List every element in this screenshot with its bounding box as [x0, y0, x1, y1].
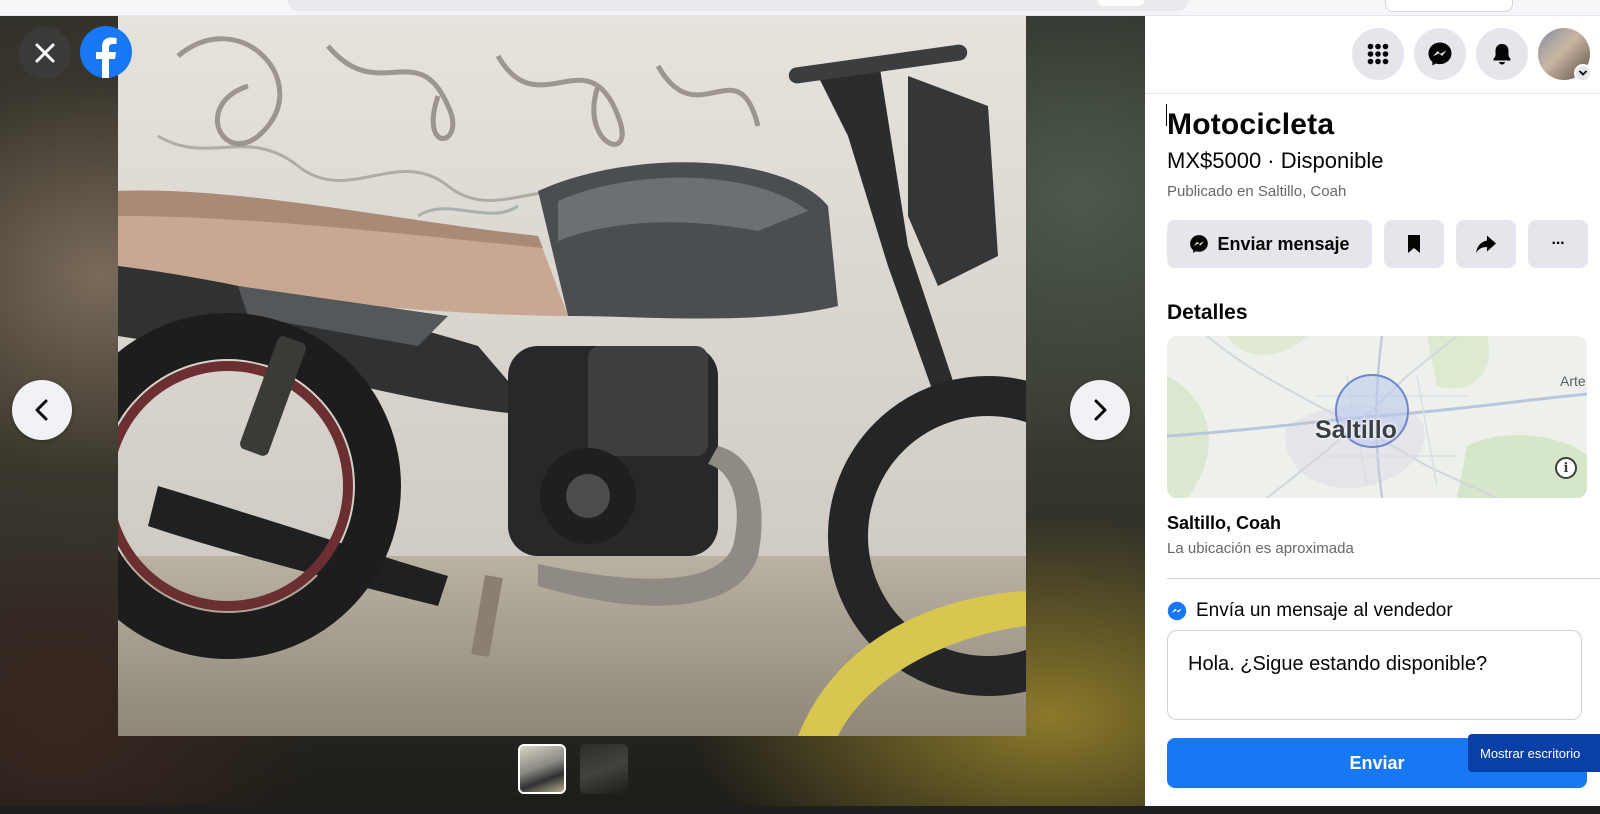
thumbnail-1[interactable]	[518, 744, 566, 794]
seller-message-heading: Envía un mensaje al vendedor	[1167, 600, 1453, 622]
messenger-button[interactable]	[1414, 28, 1466, 80]
map-partial-label: Arte	[1560, 373, 1586, 389]
window-bottom-edge	[0, 806, 1600, 814]
thumbnail-2[interactable]	[580, 744, 628, 794]
listing-price: MX$5000 · Disponible	[1167, 148, 1384, 173]
save-button[interactable]	[1384, 220, 1444, 268]
more-options-button[interactable]: ···	[1528, 220, 1588, 268]
message-input[interactable]: Hola. ¿Sigue estando disponible?	[1167, 630, 1582, 720]
messenger-icon	[1428, 42, 1452, 66]
send-message-label: Enviar mensaje	[1217, 233, 1350, 254]
bell-icon	[1493, 44, 1511, 65]
browser-button[interactable]	[1385, 0, 1513, 12]
location-city: Saltillo, Coah	[1167, 513, 1282, 533]
send-message-button[interactable]: Enviar mensaje	[1167, 220, 1372, 268]
location-map[interactable]: Saltillo Arte i	[1167, 336, 1587, 498]
action-bar: Enviar mensaje ···	[1167, 220, 1588, 268]
address-bar[interactable]	[288, 0, 1188, 11]
messenger-icon	[1190, 235, 1209, 253]
more-dots-icon: ···	[1551, 235, 1566, 252]
divider	[1167, 578, 1600, 579]
map-city-label: Saltillo	[1315, 416, 1397, 444]
account-caret[interactable]	[1574, 64, 1592, 82]
avatar[interactable]	[1538, 28, 1592, 82]
chevron-down-icon	[1578, 70, 1588, 76]
share-icon	[1476, 235, 1496, 253]
listing-photo	[118, 16, 1026, 736]
facebook-f-icon	[96, 37, 117, 78]
next-photo-button[interactable]	[1070, 380, 1130, 440]
menu-button[interactable]	[1352, 28, 1404, 80]
seller-message-heading-text: Envía un mensaje al vendedor	[1196, 600, 1453, 621]
chevron-left-icon	[35, 399, 48, 421]
listing-panel: Motocicleta MX$5000 · Disponible Publica…	[1145, 16, 1600, 806]
previous-photo-button[interactable]	[12, 380, 72, 440]
chevron-right-icon	[1094, 399, 1107, 421]
browser-top-strip	[0, 0, 1600, 16]
details-heading: Detalles	[1167, 301, 1248, 324]
thumbnail-strip	[518, 744, 628, 794]
info-icon[interactable]: i	[1555, 457, 1577, 479]
facebook-logo[interactable]	[80, 26, 132, 78]
close-icon	[35, 43, 55, 63]
listing-title: Motocicleta	[1167, 108, 1335, 141]
share-button[interactable]	[1456, 220, 1516, 268]
location-approx-note: La ubicación es aproximada	[1167, 540, 1354, 557]
listing-published-location: Publicado en Saltillo, Coah	[1167, 183, 1347, 200]
menu-grid-icon	[1367, 43, 1389, 65]
messenger-icon	[1167, 601, 1187, 621]
bookmark-icon	[1408, 235, 1420, 253]
address-bar-chip	[1098, 0, 1144, 6]
close-button[interactable]	[19, 27, 71, 79]
panel-header	[1145, 16, 1600, 94]
media-viewer	[0, 16, 1145, 806]
notifications-button[interactable]	[1476, 28, 1528, 80]
show-desktop-tooltip[interactable]: Mostrar escritorio	[1468, 734, 1600, 772]
